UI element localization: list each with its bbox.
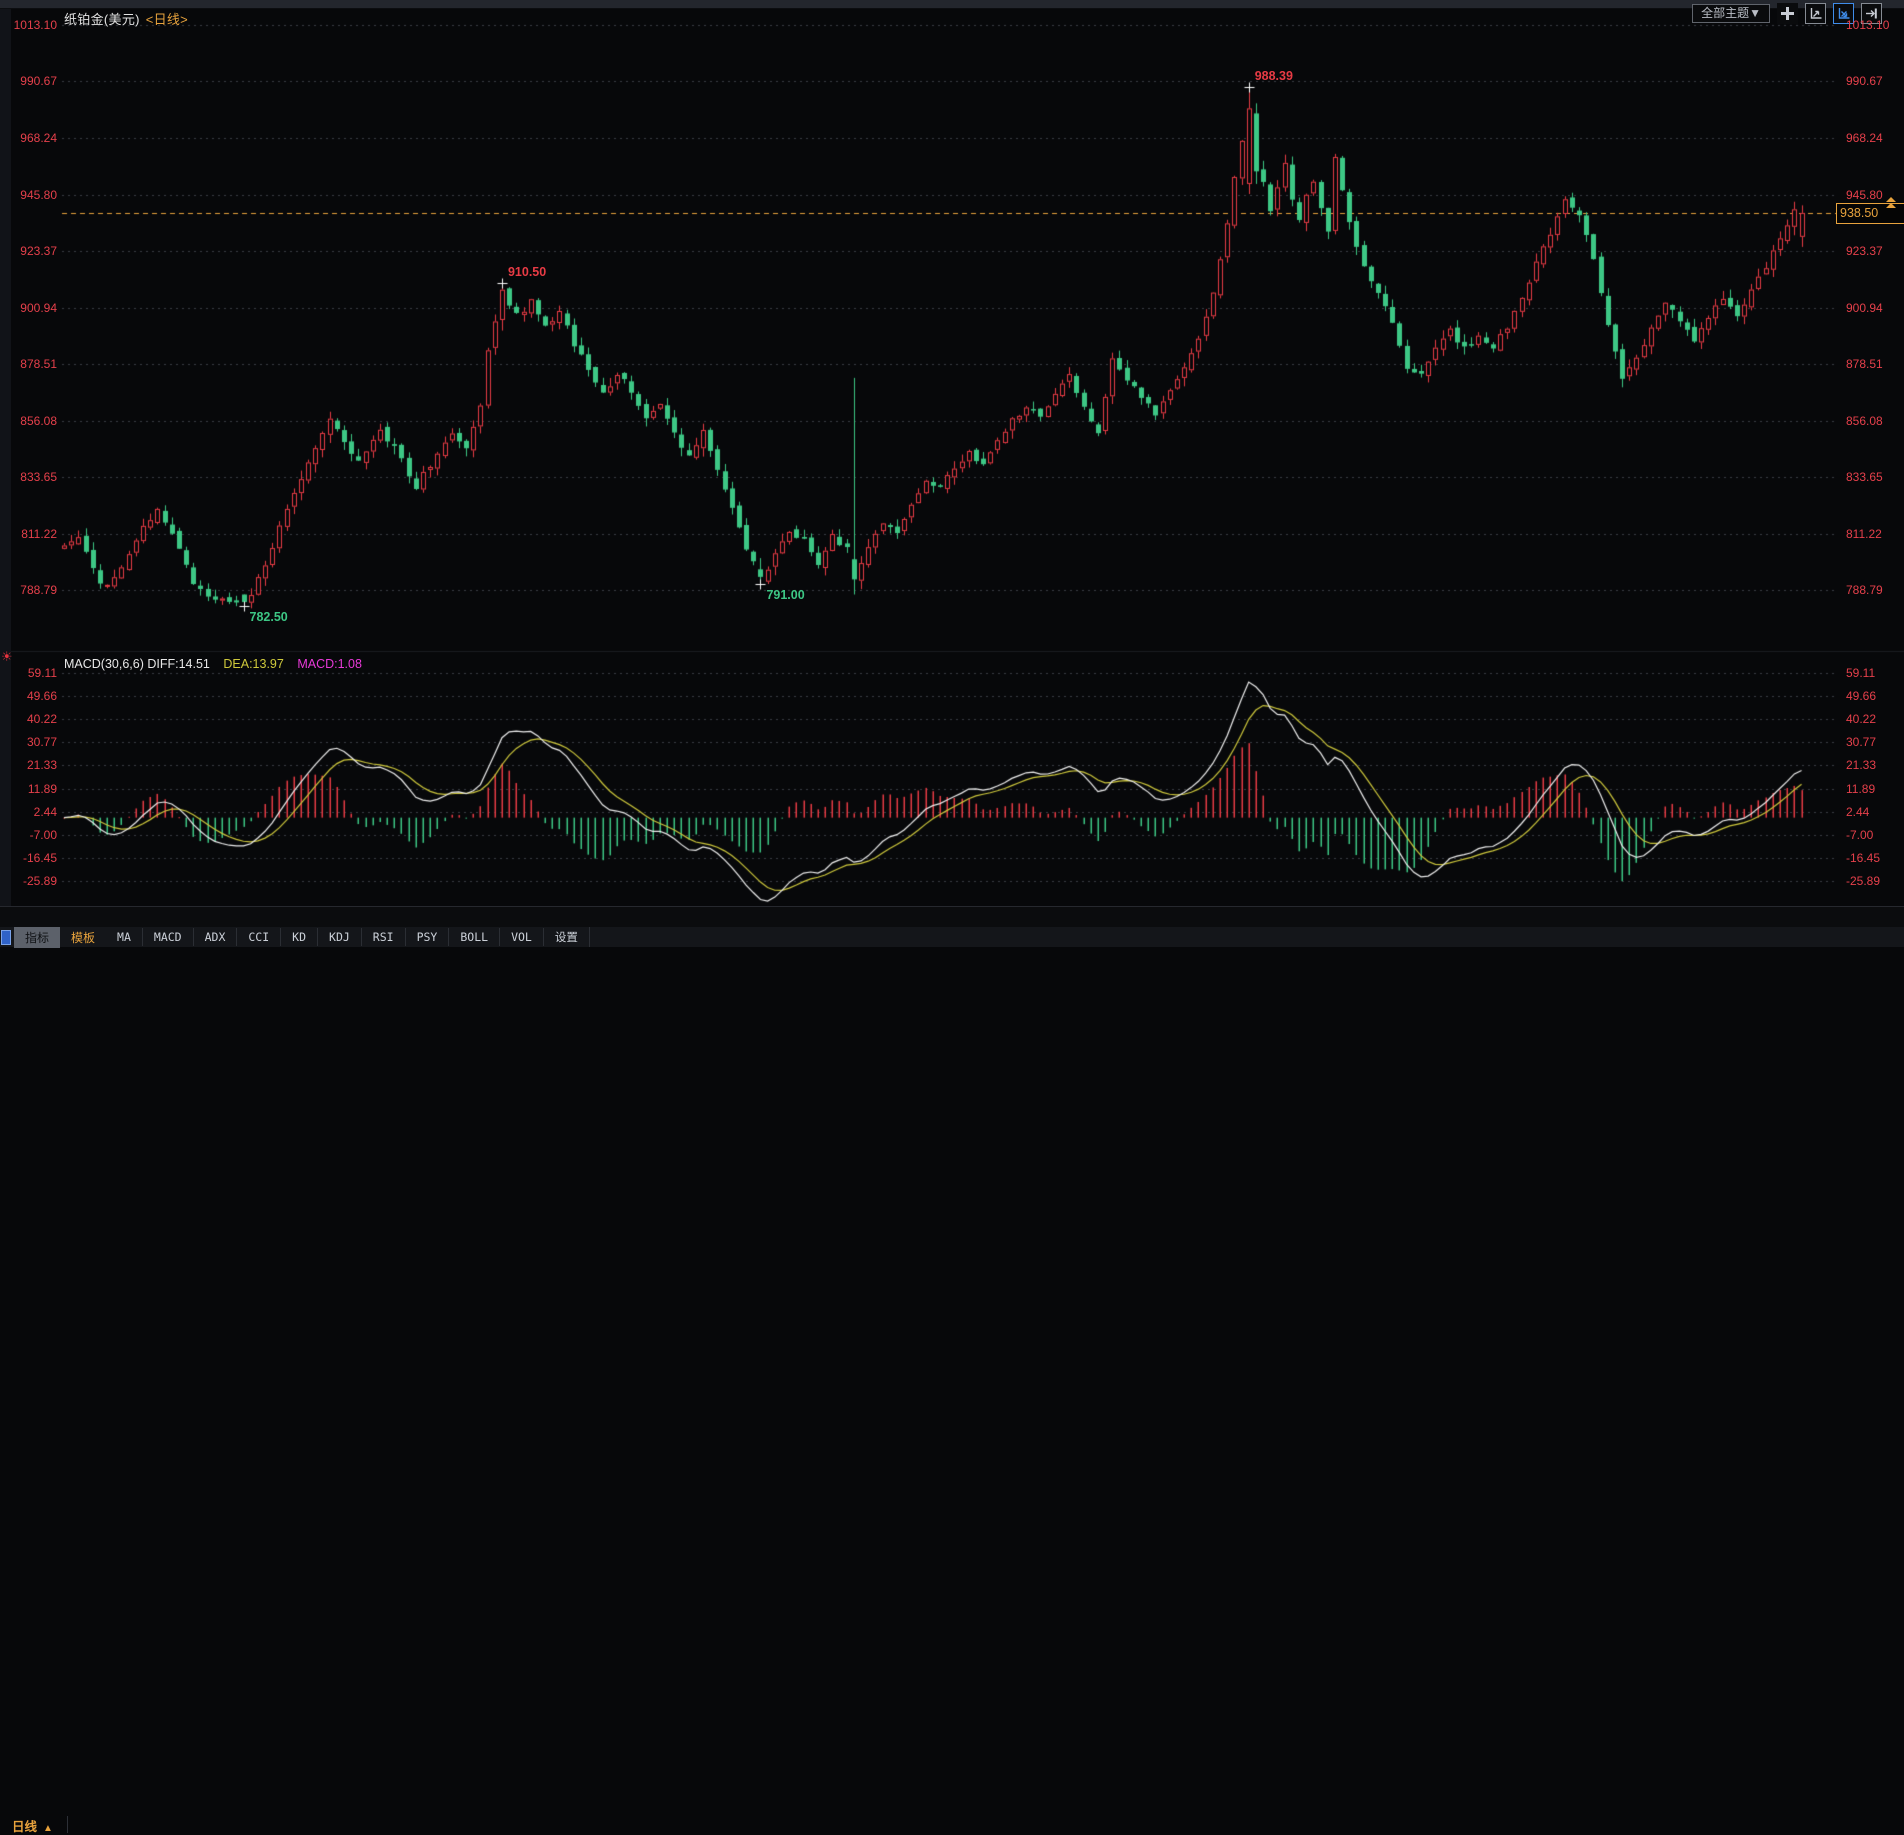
- macd-params-diff: MACD(30,6,6) DIFF:14.51: [64, 657, 210, 671]
- price-axis-label: 945.80: [0, 188, 57, 202]
- price-axis-label: 900.94: [1846, 301, 1883, 315]
- price-axis-label: 788.79: [0, 583, 57, 597]
- macd-dea-value: DEA:13.97: [223, 657, 283, 671]
- tab-vol[interactable]: VOL: [500, 928, 544, 946]
- window-top-strip: [0, 0, 1904, 9]
- tab-kd[interactable]: KD: [281, 928, 318, 946]
- fit-chart-icon[interactable]: [1805, 3, 1826, 24]
- symbol-name: 纸铂金(美元): [64, 12, 140, 27]
- tab-boll[interactable]: BOLL: [449, 928, 500, 946]
- macd-axis-label: 21.33: [1846, 758, 1876, 772]
- high-annotation: 988.39: [1255, 69, 1293, 83]
- macd-axis-label: -16.45: [0, 851, 57, 865]
- price-axis-label: 788.79: [1846, 583, 1883, 597]
- tab-ma[interactable]: MA: [106, 928, 143, 946]
- macd-axis-label: -25.89: [1846, 874, 1880, 888]
- price-axis-label: 990.67: [0, 74, 57, 88]
- price-axis-label: 811.22: [0, 527, 57, 541]
- macd-axis-label: 2.44: [0, 805, 57, 819]
- sun-icon[interactable]: ☀: [1, 649, 13, 665]
- price-axis-label: 878.51: [1846, 357, 1883, 371]
- macd-axis-label: -25.89: [0, 874, 57, 888]
- macd-axis-label: -16.45: [1846, 851, 1880, 865]
- date-axis: 日线▲: [0, 906, 1904, 928]
- macd-axis-label: 11.89: [0, 782, 57, 796]
- latest-price-arrow-icon[interactable]: [1886, 197, 1898, 209]
- tab-settings[interactable]: 设置: [544, 927, 590, 947]
- price-axis-label: 811.22: [1846, 527, 1882, 541]
- chart-title: 纸铂金(美元) <日线>: [64, 9, 188, 28]
- tab-indicators[interactable]: 指标: [14, 927, 60, 948]
- price-axis-label: 923.37: [1846, 244, 1883, 258]
- macd-axis-label: 59.11: [1846, 666, 1875, 680]
- price-axis-label: 923.37: [0, 244, 57, 258]
- tab-kdj[interactable]: KDJ: [318, 928, 362, 946]
- low-annotation: 791.00: [766, 588, 804, 602]
- macd-axis-label: 49.66: [0, 689, 57, 703]
- macd-macd-value: MACD:1.08: [297, 657, 362, 671]
- period-selector-label: 日线: [12, 1820, 37, 1834]
- tab-psy[interactable]: PSY: [406, 928, 450, 946]
- period-selector[interactable]: 日线 ▲: [12, 1816, 68, 1833]
- tab-templates[interactable]: 模板: [60, 927, 106, 948]
- macd-axis-label: 30.77: [0, 735, 57, 749]
- price-axis-label: 968.24: [1846, 131, 1883, 145]
- price-axis-label: 900.94: [0, 301, 57, 315]
- tab-adx[interactable]: ADX: [194, 928, 238, 946]
- tab-cci[interactable]: CCI: [237, 928, 281, 946]
- chart-canvas[interactable]: [0, 0, 1904, 947]
- macd-axis-label: 40.22: [0, 712, 57, 726]
- indicator-tabbar: 指标 模板 MA MACD ADX CCI KD KDJ RSI PSY BOL…: [0, 927, 1904, 947]
- period-tag: <日线>: [146, 12, 188, 27]
- chevron-up-icon: ▲: [43, 1823, 53, 1834]
- price-axis-label: 833.65: [1846, 470, 1883, 484]
- low-annotation: 782.50: [250, 610, 288, 624]
- drag-handle-icon[interactable]: [1, 930, 11, 945]
- price-axis-label: 945.80: [1846, 188, 1883, 202]
- macd-axis-label: -7.00: [0, 828, 57, 842]
- macd-axis-label: 40.22: [1846, 712, 1876, 726]
- price-axis-label: 1013.10: [1846, 18, 1889, 32]
- price-axis-label: 1013.10: [0, 18, 57, 32]
- macd-axis-label: 21.33: [0, 758, 57, 772]
- price-axis-label: 856.08: [1846, 414, 1883, 428]
- macd-axis-label: 30.77: [1846, 735, 1876, 749]
- macd-header: MACD(30,6,6) DIFF:14.51 DEA:13.97 MACD:1…: [64, 657, 362, 671]
- price-axis-label: 878.51: [0, 357, 57, 371]
- tab-macd[interactable]: MACD: [143, 928, 194, 946]
- macd-axis-label: -7.00: [1846, 828, 1873, 842]
- price-axis-label: 990.67: [1846, 74, 1883, 88]
- macd-axis-label: 11.89: [1846, 782, 1875, 796]
- price-axis-label: 856.08: [0, 414, 57, 428]
- tab-rsi[interactable]: RSI: [362, 928, 406, 946]
- macd-axis-label: 49.66: [1846, 689, 1876, 703]
- pan-icon[interactable]: [1777, 3, 1798, 24]
- price-axis-label: 968.24: [0, 131, 57, 145]
- macd-axis-label: 2.44: [1846, 805, 1869, 819]
- price-axis-label: 833.65: [0, 470, 57, 484]
- high-annotation: 910.50: [508, 265, 546, 279]
- theme-dropdown[interactable]: 全部主题▼: [1692, 4, 1770, 23]
- macd-axis-label: 59.11: [0, 666, 57, 680]
